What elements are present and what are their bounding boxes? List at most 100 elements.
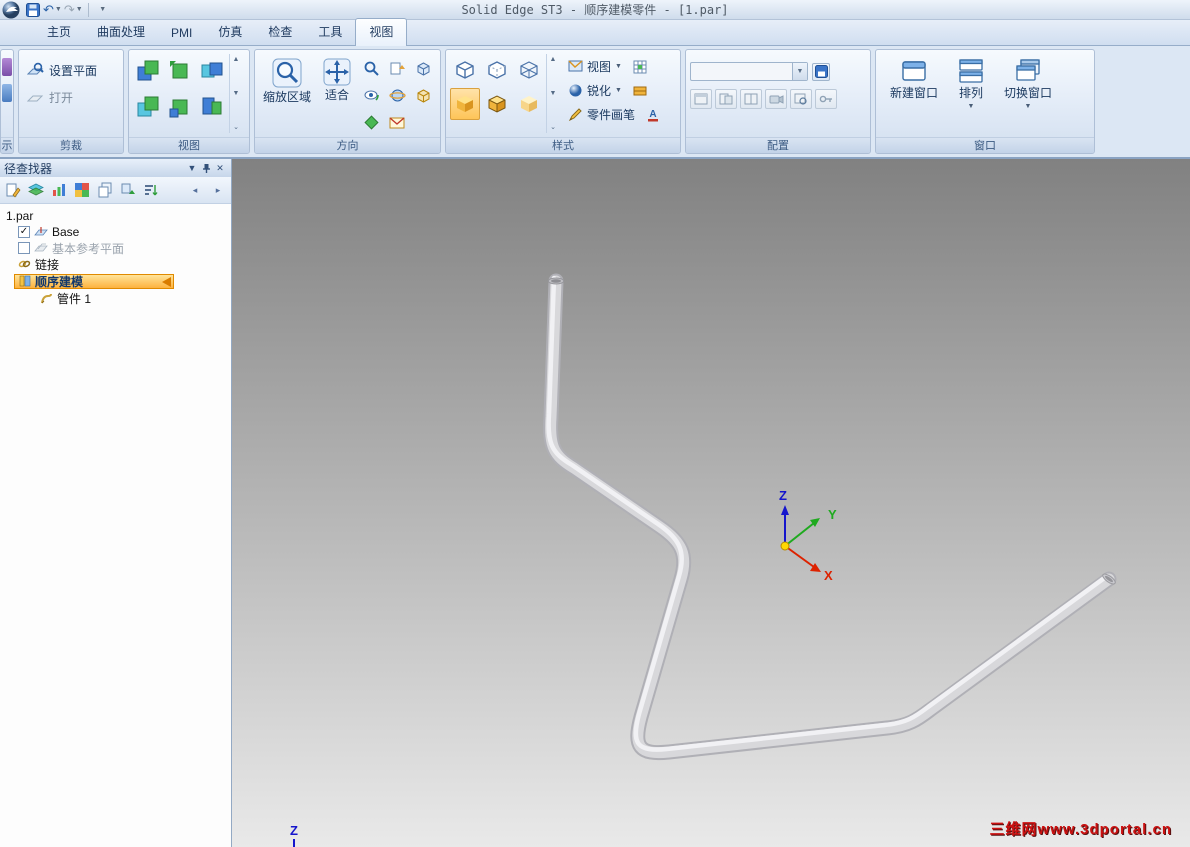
zoom-area-icon <box>272 58 302 88</box>
links-icon <box>18 260 31 268</box>
tab-surfacing[interactable]: 曲面处理 <box>84 19 158 45</box>
zoom-button[interactable] <box>359 56 383 81</box>
show-partial-icon-2[interactable] <box>2 84 12 102</box>
view-orient-box-button[interactable] <box>411 83 435 108</box>
wireframe-icon <box>520 61 538 79</box>
origin-point[interactable] <box>780 541 790 551</box>
toolbar-next-icon[interactable]: ▸ <box>208 180 228 200</box>
views-scroll-up-icon[interactable]: ▲ <box>233 56 240 63</box>
sketch-view-button[interactable] <box>385 110 409 135</box>
group-views: ▲ ▼ ⌄ 视图 <box>128 49 250 154</box>
pathfinder-close-button[interactable]: ✕ <box>213 161 227 175</box>
tab-view[interactable]: 视图 <box>355 18 408 46</box>
view-plane-button-3[interactable] <box>197 54 227 88</box>
view-plane-button-6[interactable] <box>197 90 227 124</box>
config-key-button[interactable] <box>815 89 837 109</box>
pathfinder-title: 径查找器 <box>4 161 53 176</box>
zoom-area-button[interactable]: 缩放区域 <box>259 54 315 133</box>
texture-button[interactable] <box>631 82 649 100</box>
open-clip-button[interactable]: 打开 <box>23 87 119 108</box>
view-plane-button-2[interactable] <box>165 54 195 88</box>
base-checkbox[interactable]: ✓ <box>18 226 30 238</box>
tree-root-label: 1.par <box>6 209 34 223</box>
tree-item-root[interactable]: 1.par <box>0 208 231 224</box>
viewport-canvas[interactable]: Z Y X Z 三维网www.3dportal.cn <box>232 159 1190 847</box>
show-partial-icon[interactable] <box>2 58 12 76</box>
view-overrides-button[interactable]: 视图 ▼ <box>565 57 625 76</box>
views-more-icon[interactable]: ⌄ <box>233 123 239 131</box>
new-window-button[interactable]: 新建窗口 <box>886 54 942 133</box>
config-window-button-3[interactable] <box>740 89 762 109</box>
configuration-combobox[interactable]: ▼ <box>690 62 808 81</box>
customize-qat-button[interactable]: ▼ <box>94 1 111 18</box>
save-button[interactable] <box>24 1 41 18</box>
ordered-modeling-highlight[interactable]: 顺序建模 <box>14 273 174 289</box>
face-overrides-button[interactable] <box>631 58 649 76</box>
undo-dropdown-icon: ▼ <box>54 6 62 13</box>
shaded-with-edges-button[interactable] <box>482 88 512 120</box>
tab-pmi[interactable]: PMI <box>158 22 205 45</box>
set-plane-button[interactable]: 设置平面 <box>23 60 119 81</box>
switch-windows-button[interactable]: 切换窗口 ▼ <box>1000 54 1056 133</box>
color-manager-button[interactable] <box>72 180 92 200</box>
fit-button[interactable]: 适合 <box>317 54 357 133</box>
view-plane-button-1[interactable] <box>133 54 163 88</box>
tree-item-ref-planes[interactable]: 基本参考平面 <box>0 240 231 256</box>
rotate-button[interactable] <box>411 56 435 81</box>
tube-model[interactable]: Z Y X <box>232 159 1190 847</box>
links-label: 链接 <box>35 257 60 272</box>
style-scroll-down-icon[interactable]: ▼ <box>550 90 557 97</box>
sort-features-icon <box>145 185 158 196</box>
sync-display-button[interactable] <box>118 180 138 200</box>
tab-inspect[interactable]: 检查 <box>255 19 305 45</box>
application-button[interactable] <box>2 1 22 18</box>
layers-button[interactable] <box>26 180 46 200</box>
wireframe-button[interactable] <box>514 54 544 86</box>
config-window-button-1[interactable] <box>690 89 712 109</box>
texture-icon <box>633 86 647 95</box>
look-at-face-button[interactable] <box>359 83 383 108</box>
views-scroll-down-icon[interactable]: ▼ <box>233 90 240 97</box>
style-scroll-up-icon[interactable]: ▲ <box>550 56 557 63</box>
sensors-button[interactable] <box>49 180 69 200</box>
config-camera-button[interactable] <box>765 89 787 109</box>
copy-display-button[interactable] <box>95 180 115 200</box>
tab-simulation[interactable]: 仿真 <box>205 19 255 45</box>
view-plane-button-4[interactable] <box>133 90 163 124</box>
sort-features-button[interactable] <box>141 180 161 200</box>
arrange-button[interactable]: 排列 ▼ <box>948 54 994 133</box>
view-plane-button-5[interactable] <box>165 90 195 124</box>
visible-edges-button[interactable] <box>450 54 480 86</box>
shaded-button[interactable] <box>450 88 480 120</box>
tree-item-base[interactable]: ✓ Base <box>0 224 231 240</box>
document-edit-button[interactable] <box>3 180 23 200</box>
config-window-button-2[interactable] <box>715 89 737 109</box>
hidden-edges-button[interactable] <box>482 54 512 86</box>
tree-item-ordered-modeling[interactable]: 顺序建模 <box>0 273 231 289</box>
svg-text:A: A <box>649 109 656 120</box>
tab-home[interactable]: 主页 <box>34 19 84 45</box>
pan-button[interactable] <box>385 56 409 81</box>
pathfinder-pin-button[interactable] <box>199 161 213 175</box>
toolbar-prev-icon[interactable]: ◂ <box>185 180 205 200</box>
pathfinder-flyout-button[interactable]: ▼ <box>185 161 199 175</box>
switch-windows-icon <box>1016 59 1040 81</box>
shaded-light-button[interactable] <box>514 88 544 120</box>
tree-item-tube[interactable]: 管件 1 <box>0 290 231 306</box>
text-color-button[interactable]: A <box>644 106 662 124</box>
redo-button[interactable]: ↷ ▼ <box>64 1 83 18</box>
tree-item-links[interactable]: 链接 <box>0 256 231 272</box>
group-orientation: 缩放区域 适合 方向 <box>254 49 441 154</box>
save-configuration-button[interactable] <box>812 62 830 81</box>
style-more-icon[interactable]: ⌄ <box>550 123 556 131</box>
sketch-view-icon <box>389 117 404 129</box>
tab-tools[interactable]: 工具 <box>305 19 355 45</box>
part-painter-button[interactable]: 零件画笔 <box>565 105 638 124</box>
sharpen-button[interactable]: 锐化 ▼ <box>565 81 625 100</box>
ref-planes-checkbox[interactable] <box>18 242 30 254</box>
common-views-button[interactable] <box>359 110 383 135</box>
spin-view-button[interactable] <box>385 83 409 108</box>
undo-button[interactable]: ↶ ▼ <box>43 1 62 18</box>
config-zoom-window-button[interactable] <box>790 89 812 109</box>
configuration-dropdown-icon[interactable]: ▼ <box>792 63 807 80</box>
